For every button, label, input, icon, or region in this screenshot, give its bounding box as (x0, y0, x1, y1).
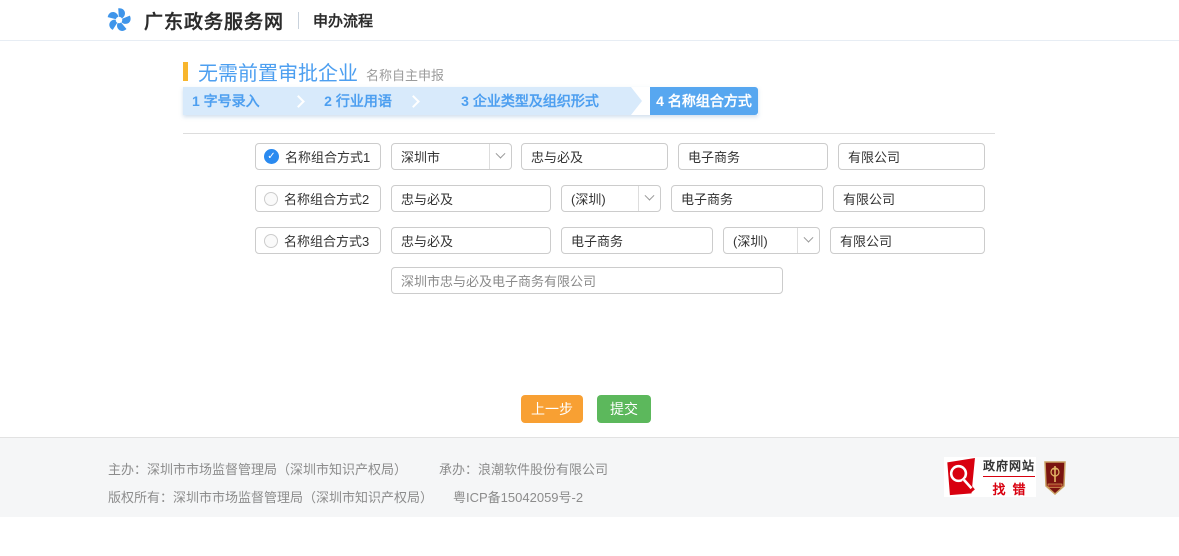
header-divider (298, 12, 299, 29)
checkbox-checked-icon[interactable] (264, 149, 279, 164)
footer-copyright: 版权所有：深圳市市场监督管理局（深圳市知识产权局） (108, 490, 433, 505)
step-tab-1[interactable]: 1 字号录入 (183, 87, 287, 115)
step-tab-2[interactable]: 2 行业用语 (314, 87, 402, 115)
org-form-input-3[interactable] (830, 227, 985, 254)
radio-unchecked-icon[interactable] (264, 192, 278, 206)
combo-option-1-label: 名称组合方式1 (285, 147, 370, 166)
step-tab-3[interactable]: 3 企业类型及组织形式 (429, 87, 631, 115)
page-title: 无需前置审批企业 (198, 57, 358, 86)
find-error-badge[interactable]: 政府网站 找错 (944, 457, 1036, 497)
title-accent-bar (183, 62, 188, 81)
section-divider (183, 133, 995, 134)
chevron-down-icon[interactable] (490, 144, 511, 169)
admin-division-select-2-value: (深圳) (562, 186, 638, 211)
chevron-down-icon[interactable] (798, 228, 819, 253)
footer-line-1: 主办：深圳市市场监督管理局（深圳市知识产权局） 承办：浪潮软件股份有限公司 (108, 459, 608, 478)
combo-option-1[interactable]: 名称组合方式1 (255, 143, 381, 170)
radio-unchecked-icon[interactable] (264, 234, 278, 248)
chevron-separator-icon (402, 87, 429, 115)
admin-division-select-1-value: 深圳市 (392, 144, 489, 169)
combo-option-2-label: 名称组合方式2 (284, 189, 369, 208)
page-title-row: 无需前置审批企业 名称自主申报 (183, 57, 444, 86)
trade-name-input-3[interactable] (391, 227, 551, 254)
footer-icp: 粤ICP备15042059号-2 (453, 490, 583, 505)
find-error-divider (983, 476, 1035, 477)
industry-input-2[interactable] (671, 185, 823, 212)
full-name-preview-input[interactable] (391, 267, 783, 294)
supervision-shield-badge-icon[interactable] (1043, 460, 1067, 496)
submit-button[interactable]: 提交 (597, 395, 651, 423)
org-form-input-2[interactable] (833, 185, 985, 212)
combo-option-3[interactable]: 名称组合方式3 (255, 227, 381, 254)
combo-option-3-label: 名称组合方式3 (284, 231, 369, 250)
industry-input-1[interactable] (678, 143, 828, 170)
find-error-text: 政府网站 找错 (983, 457, 1035, 498)
active-tab-arrow-icon (631, 87, 650, 115)
page: 广东政务服务网 申办流程 无需前置审批企业 名称自主申报 1 字号录入 2 行业… (0, 0, 1179, 556)
page-subtitle: 名称自主申报 (366, 65, 444, 84)
org-form-input-1[interactable] (838, 143, 985, 170)
site-title[interactable]: 广东政务服务网 (144, 7, 284, 34)
breadcrumb-section: 申办流程 (313, 10, 373, 31)
find-error-top-label: 政府网站 (983, 457, 1035, 474)
gov-pinwheel-logo-icon (105, 6, 133, 34)
chevron-down-icon[interactable] (639, 186, 660, 211)
footer-host: 主办：深圳市市场监督管理局（深圳市知识产权局） (108, 462, 407, 477)
combo-option-2[interactable]: 名称组合方式2 (255, 185, 381, 212)
footer-undertaker: 承办：浪潮软件股份有限公司 (439, 462, 608, 477)
previous-step-button[interactable]: 上一步 (521, 395, 583, 423)
step-tab-4-active[interactable]: 4 名称组合方式 (650, 87, 758, 115)
trade-name-input-1[interactable] (521, 143, 668, 170)
footer-line-2: 版权所有：深圳市市场监督管理局（深圳市知识产权局） 粤ICP备15042059号-… (108, 487, 583, 506)
industry-input-3[interactable] (561, 227, 713, 254)
chevron-separator-icon (287, 87, 314, 115)
header: 广东政务服务网 申办流程 (0, 0, 1179, 41)
admin-division-select-1[interactable]: 深圳市 (391, 143, 512, 170)
find-error-bottom-label: 找错 (986, 479, 1033, 498)
trade-name-input-2[interactable] (391, 185, 551, 212)
admin-division-select-3-value: (深圳) (724, 228, 797, 253)
magnifier-icon (944, 458, 980, 496)
step-tabs: 1 字号录入 2 行业用语 3 企业类型及组织形式 4 名称组合方式 (183, 87, 758, 115)
footer: 主办：深圳市市场监督管理局（深圳市知识产权局） 承办：浪潮软件股份有限公司 版权所… (0, 437, 1179, 517)
admin-division-select-2[interactable]: (深圳) (561, 185, 661, 212)
admin-division-select-3[interactable]: (深圳) (723, 227, 820, 254)
